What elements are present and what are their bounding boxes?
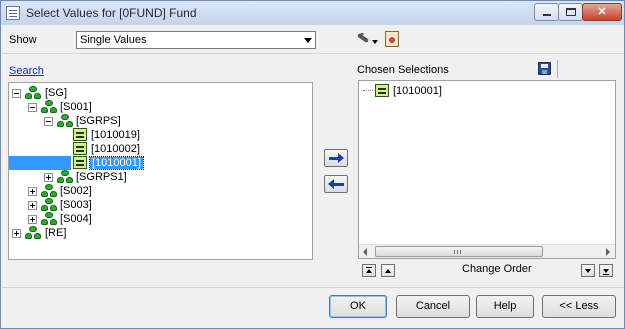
- move-up-icon: [385, 269, 391, 273]
- show-select[interactable]: Single Values: [76, 31, 316, 49]
- tree-node-s003[interactable]: [S003]: [28, 198, 298, 212]
- tree-node-label: [S002]: [60, 185, 92, 197]
- settings-button[interactable]: [356, 32, 379, 48]
- collapse-icon[interactable]: [12, 89, 21, 98]
- tree-node-1010019[interactable]: [1010019]: [73, 128, 273, 142]
- move-to-top-button[interactable]: [362, 264, 376, 277]
- minimize-button[interactable]: [534, 3, 559, 21]
- hierarchy-node-icon: [25, 226, 41, 240]
- toolbar-separator: [557, 60, 558, 78]
- value-node-icon: [73, 142, 87, 155]
- settings-dropdown-icon: [372, 40, 378, 44]
- move-down-button[interactable]: [581, 264, 595, 277]
- collapse-icon[interactable]: [44, 117, 53, 126]
- hierarchy-node-icon: [41, 100, 57, 114]
- move-top-icon: [366, 269, 372, 273]
- value-node-icon: [73, 128, 87, 141]
- scroll-left-icon[interactable]: [363, 248, 367, 256]
- move-down-icon: [585, 269, 591, 273]
- list-item[interactable]: [1010001]: [363, 84, 483, 98]
- search-link[interactable]: Search: [9, 65, 44, 77]
- value-node-icon: [73, 156, 87, 169]
- hierarchy-node-icon: [25, 86, 41, 100]
- tree-node-s004[interactable]: [S004]: [28, 212, 298, 226]
- scrollbar-thumb[interactable]: [375, 246, 543, 257]
- help-button[interactable]: Help: [476, 295, 534, 318]
- tree-node-sgrps[interactable]: [SGRPS]: [44, 114, 294, 128]
- show-toolbar: Show Single Values: [2, 25, 624, 54]
- show-select-value: Single Values: [80, 34, 147, 46]
- tree-node-label: [S001]: [60, 101, 92, 113]
- remove-selection-button[interactable]: [324, 175, 348, 193]
- move-bottom-bar: [603, 274, 609, 275]
- arrow-right-head: [338, 153, 344, 163]
- tree-node-sg[interactable]: [SG]: [12, 86, 302, 100]
- tree-node-label: [SGRPS]: [76, 115, 121, 127]
- selection-highlight: [9, 156, 71, 170]
- tree-node-label: [RE]: [45, 227, 67, 239]
- expand-icon[interactable]: [28, 187, 37, 196]
- change-order-label: Change Order: [462, 263, 532, 275]
- chevron-down-icon: [304, 38, 312, 43]
- expand-icon[interactable]: [28, 215, 37, 224]
- window-icon: [6, 6, 20, 20]
- hierarchy-node-icon: [57, 170, 73, 184]
- clipboard-icon[interactable]: [385, 31, 399, 47]
- tree-node-label: [1010019]: [91, 129, 140, 141]
- footer-divider: [2, 287, 624, 288]
- maximize-button[interactable]: [558, 3, 583, 21]
- tree-node-label: [SGRPS1]: [76, 171, 127, 183]
- chosen-selections-list[interactable]: [1010001]: [358, 80, 616, 259]
- maximize-icon: [566, 8, 576, 16]
- ok-button[interactable]: OK: [329, 295, 387, 318]
- hierarchy-tree[interactable]: [SG] [S001] [SGRPS] [1010019] [1010002]: [8, 82, 313, 260]
- tree-node-label: [S004]: [60, 213, 92, 225]
- close-button[interactable]: ✕: [582, 3, 622, 21]
- wrench-head-icon: [359, 33, 365, 39]
- tree-connector: [363, 90, 373, 91]
- tree-node-1010002[interactable]: [1010002]: [73, 142, 273, 156]
- tree-node-label: [SG]: [45, 87, 68, 99]
- expand-icon[interactable]: [12, 229, 21, 238]
- expand-icon[interactable]: [28, 201, 37, 210]
- move-top-bar: [366, 267, 372, 268]
- hierarchy-node-icon: [41, 184, 57, 198]
- tree-node-label: [1010002]: [91, 143, 140, 155]
- tree-node-label: [S003]: [60, 199, 92, 211]
- hierarchy-node-icon: [41, 198, 57, 212]
- chosen-item-label: [1010001]: [393, 85, 442, 97]
- grip-icon: [454, 250, 461, 254]
- move-to-bottom-button[interactable]: [599, 264, 613, 277]
- scroll-right-icon[interactable]: [606, 248, 610, 256]
- title-bar[interactable]: Select Values for [0FUND] Fund ✕: [1, 1, 624, 25]
- add-selection-button[interactable]: [324, 149, 348, 167]
- window-title: Select Values for [0FUND] Fund: [26, 6, 197, 20]
- collapse-icon[interactable]: [28, 103, 37, 112]
- tree-node-s002[interactable]: [S002]: [28, 184, 298, 198]
- select-values-dialog: Select Values for [0FUND] Fund ✕ Show Si…: [0, 0, 625, 329]
- cancel-button[interactable]: Cancel: [396, 295, 470, 318]
- less-button[interactable]: << Less: [542, 295, 616, 318]
- close-icon: ✕: [597, 6, 607, 18]
- hierarchy-node-icon: [41, 212, 57, 226]
- show-label: Show: [9, 34, 37, 46]
- move-up-button[interactable]: [381, 264, 395, 277]
- tree-node-re[interactable]: [RE]: [12, 226, 302, 240]
- expand-icon[interactable]: [44, 173, 53, 182]
- tree-node-s001[interactable]: [S001]: [28, 100, 298, 114]
- chosen-selections-label: Chosen Selections: [357, 64, 449, 76]
- tree-node-sgrps1[interactable]: [SGRPS1]: [44, 170, 294, 184]
- tree-node-label-selected: [1010001]: [89, 156, 144, 170]
- minimize-icon: [543, 14, 551, 16]
- move-bottom-icon: [603, 269, 609, 273]
- horizontal-scrollbar[interactable]: [359, 244, 615, 258]
- tree-node-1010001[interactable]: [1010001]: [9, 156, 312, 170]
- arrow-left-shaft: [334, 183, 344, 186]
- hierarchy-node-icon: [57, 114, 73, 128]
- value-node-icon: [375, 84, 389, 97]
- save-icon[interactable]: [538, 62, 551, 75]
